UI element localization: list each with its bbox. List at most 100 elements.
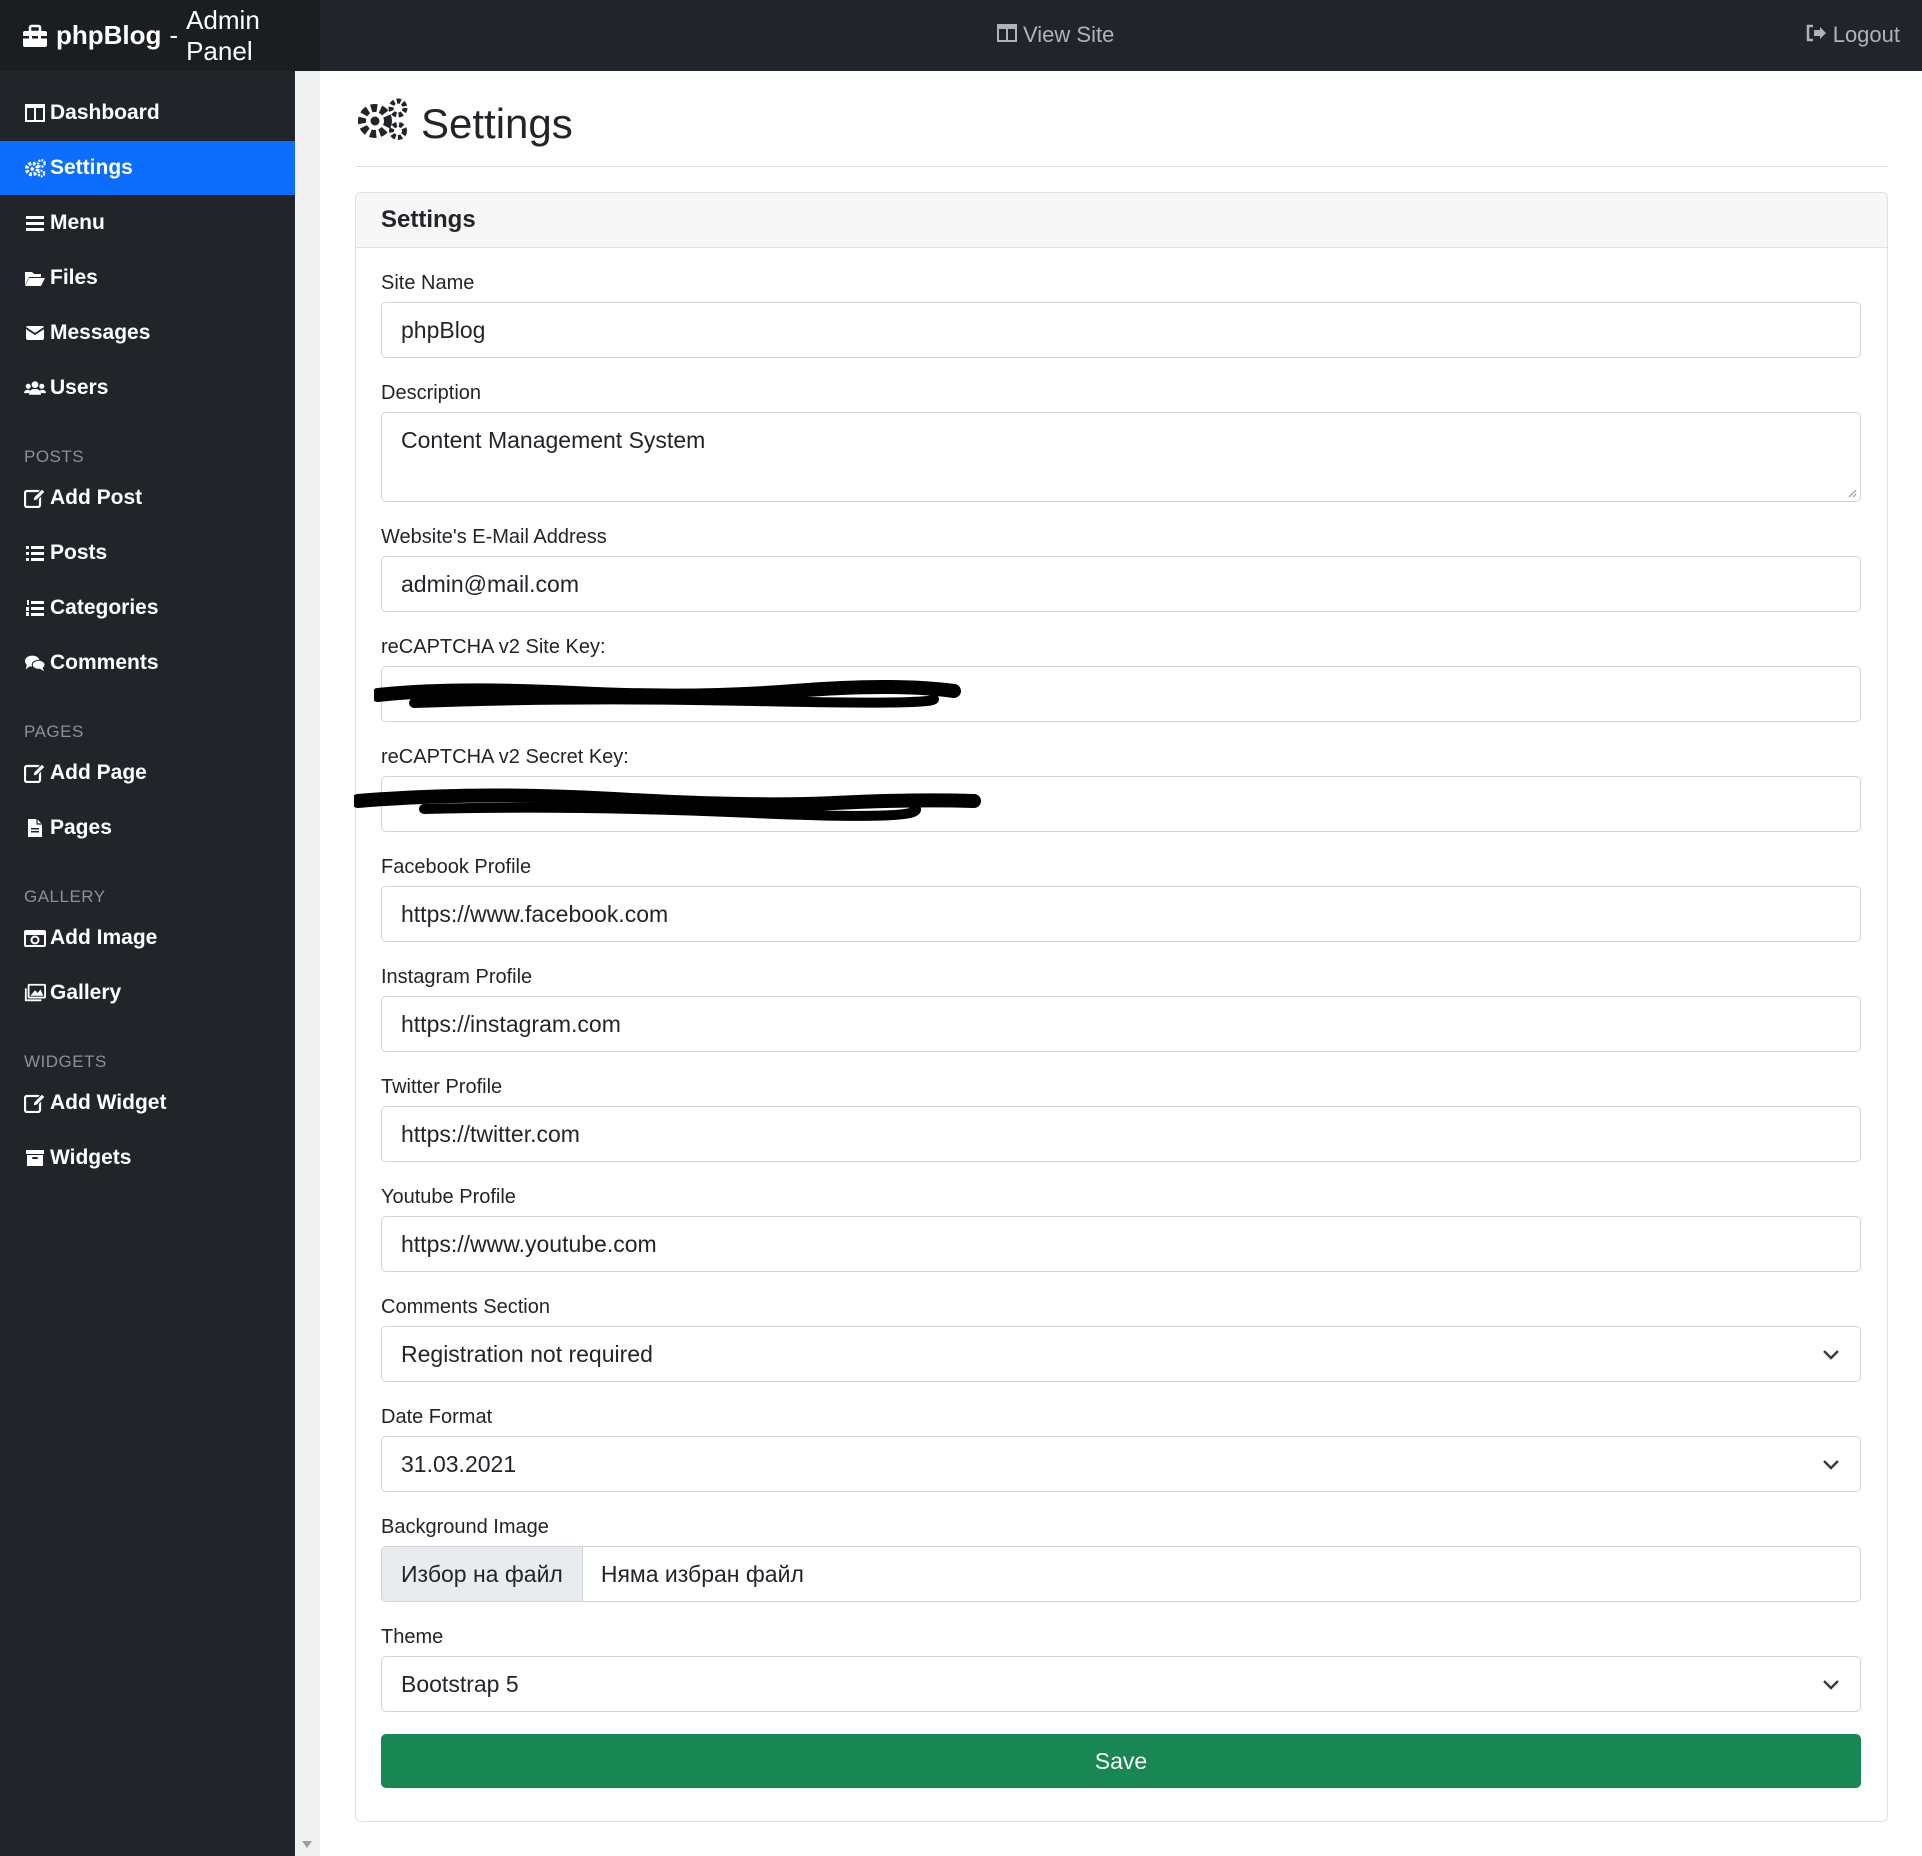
- columns-icon: [24, 102, 46, 124]
- sidebar-item-label: Comments: [50, 651, 159, 674]
- sidebar-item-widgets[interactable]: Widgets: [0, 1131, 295, 1185]
- comments-group: Comments Section Registration not requir…: [381, 1296, 1862, 1382]
- sidebar-item-label: Widgets: [50, 1146, 132, 1169]
- page-title-text: Settings: [421, 99, 573, 147]
- sidebar-item-label: Users: [50, 376, 109, 399]
- comments-select[interactable]: Registration not required: [381, 1326, 1861, 1382]
- recaptcha-secret-input[interactable]: [354, 776, 1861, 832]
- envelope-icon: [24, 322, 46, 344]
- site-name-label: Site Name: [381, 272, 475, 294]
- settings-form: Site Name phpBlog Description Content Ma…: [354, 248, 1887, 1788]
- sign-out-icon: [1805, 22, 1827, 48]
- theme-selected: Bootstrap 5: [401, 1670, 519, 1697]
- date-format-select[interactable]: 31.03.2021: [381, 1436, 1861, 1492]
- sidebar: Dashboard Settings Menu Files Messages U…: [0, 71, 295, 1856]
- view-site-link[interactable]: View Site: [997, 22, 1114, 48]
- view-site-label: View Site: [1023, 22, 1115, 47]
- email-label: Website's E-Mail Address: [381, 526, 607, 548]
- description-group: Description Content Management System: [381, 382, 1862, 502]
- images-icon: [24, 982, 46, 1004]
- chevron-down-icon: [1823, 1460, 1839, 1470]
- sidebar-item-label: Add Page: [50, 761, 147, 784]
- youtube-input[interactable]: https://www.youtube.com: [381, 1216, 1861, 1272]
- sidebar-item-gallery[interactable]: Gallery: [0, 966, 295, 1020]
- comments-icon: [24, 652, 46, 674]
- sidebar-item-settings[interactable]: Settings: [0, 141, 295, 195]
- sidebar-item-label: Add Image: [50, 926, 158, 949]
- sidebar-item-pages[interactable]: Pages: [0, 801, 295, 855]
- sidebar-item-posts[interactable]: Posts: [0, 526, 295, 580]
- comments-label: Comments Section: [381, 1296, 550, 1318]
- resize-grip-icon[interactable]: [1847, 488, 1857, 498]
- choose-file-button[interactable]: Избор на файл: [382, 1547, 583, 1601]
- list-ol-icon: [24, 597, 46, 619]
- date-format-label: Date Format: [381, 1406, 493, 1428]
- page-header: Settings: [355, 71, 1888, 167]
- brand-subtitle: Admin Panel: [186, 4, 260, 66]
- comments-selected: Registration not required: [401, 1340, 653, 1367]
- twitter-input[interactable]: https://twitter.com: [381, 1106, 1861, 1162]
- sidebar-item-label: Menu: [50, 211, 105, 234]
- sidebar-item-label: Settings: [50, 156, 133, 179]
- date-format-selected: 31.03.2021: [401, 1450, 517, 1477]
- instagram-group: Instagram Profile https://instagram.com: [381, 966, 1862, 1052]
- cogs-icon: [355, 97, 409, 151]
- description-label: Description: [381, 382, 482, 404]
- facebook-input[interactable]: https://www.facebook.com: [381, 886, 1861, 942]
- recaptcha-site-input[interactable]: [374, 666, 1861, 722]
- sidebar-item-add-post[interactable]: Add Post: [0, 471, 295, 525]
- recaptcha-site-group: reCAPTCHA v2 Site Key:: [374, 636, 1862, 722]
- logout-label: Logout: [1832, 22, 1900, 47]
- description-textarea[interactable]: Content Management System: [381, 412, 1861, 502]
- sidebar-item-label: Gallery: [50, 981, 122, 1004]
- email-input[interactable]: admin@mail.com: [381, 556, 1861, 612]
- cogs-icon: [24, 157, 46, 179]
- sidebar-item-label: Posts: [50, 541, 108, 564]
- background-file-input[interactable]: Избор на файл Няма избран файл: [381, 1546, 1861, 1602]
- facebook-label: Facebook Profile: [381, 856, 532, 878]
- sidebar-item-comments[interactable]: Comments: [0, 636, 295, 690]
- sidebar-item-add-image[interactable]: Add Image: [0, 911, 295, 965]
- sidebar-item-users[interactable]: Users: [0, 361, 295, 415]
- file-status: Няма избран файл: [600, 1560, 804, 1587]
- window-icon: [997, 22, 1017, 48]
- sidebar-item-add-page[interactable]: Add Page: [0, 746, 295, 800]
- toolbox-icon: [22, 24, 48, 48]
- site-name-input[interactable]: phpBlog: [381, 302, 1861, 358]
- sidebar-scrollbar[interactable]: [295, 71, 320, 1856]
- sidebar-item-files[interactable]: Files: [0, 251, 295, 305]
- settings-card: Settings Site Name phpBlog Description C…: [354, 192, 1888, 1822]
- sidebar-item-add-widget[interactable]: Add Widget: [0, 1076, 295, 1130]
- sidebar-item-dashboard[interactable]: Dashboard: [0, 86, 295, 140]
- users-icon: [24, 377, 46, 399]
- twitter-label: Twitter Profile: [381, 1076, 503, 1098]
- sidebar-item-categories[interactable]: Categories: [0, 581, 295, 635]
- edit-icon: [24, 487, 46, 509]
- sidebar-item-label: Add Widget: [50, 1091, 167, 1114]
- logout-link[interactable]: Logout: [1805, 22, 1900, 48]
- recaptcha-secret-group: reCAPTCHA v2 Secret Key:: [354, 746, 1862, 832]
- background-image-label: Background Image: [381, 1516, 549, 1538]
- chevron-down-icon: [1823, 1680, 1839, 1690]
- top-navbar: phpBlog - Admin Panel View Site Logout: [0, 0, 1922, 71]
- instagram-input[interactable]: https://instagram.com: [381, 996, 1861, 1052]
- theme-group: Theme Bootstrap 5: [381, 1626, 1862, 1712]
- email-group: Website's E-Mail Address admin@mail.com: [381, 526, 1862, 612]
- sidebar-heading-posts: POSTS: [24, 447, 85, 466]
- save-button[interactable]: Save: [381, 1734, 1861, 1788]
- redaction-scribble: [374, 680, 961, 708]
- brand[interactable]: phpBlog - Admin Panel: [0, 0, 320, 71]
- sidebar-item-label: Add Post: [50, 486, 143, 509]
- scroll-down-arrow[interactable]: [302, 1841, 312, 1848]
- sidebar-item-label: Messages: [50, 321, 151, 344]
- sidebar-item-label: Pages: [50, 816, 112, 839]
- sidebar-item-label: Dashboard: [50, 101, 160, 124]
- brand-name: phpBlog: [56, 20, 162, 50]
- sidebar-item-menu[interactable]: Menu: [0, 196, 295, 250]
- bars-icon: [24, 212, 46, 234]
- card-header: Settings: [356, 193, 1887, 248]
- twitter-group: Twitter Profile https://twitter.com: [381, 1076, 1862, 1162]
- sidebar-item-messages[interactable]: Messages: [0, 306, 295, 360]
- theme-select[interactable]: Bootstrap 5: [381, 1656, 1861, 1712]
- sidebar-heading-gallery: GALLERY: [24, 887, 106, 906]
